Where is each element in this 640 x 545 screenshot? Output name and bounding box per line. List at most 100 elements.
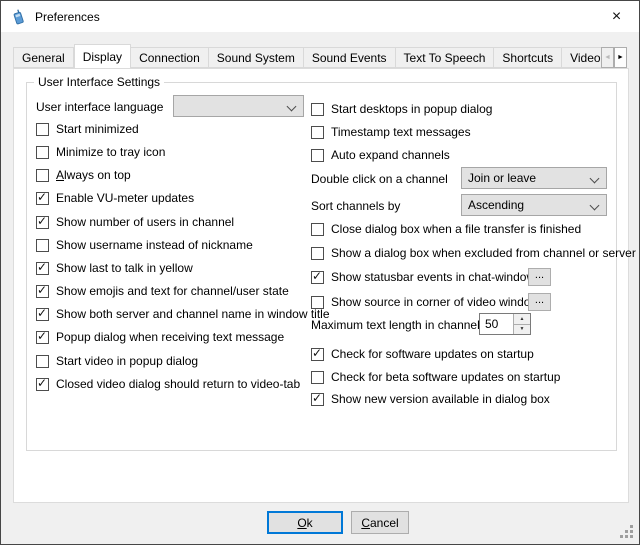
close-icon[interactable]: ×	[594, 1, 639, 32]
titlebar: Preferences ×	[1, 1, 639, 32]
checkbox-video-popup[interactable]: ✓ Start video in popup dialog	[36, 352, 198, 370]
tab-shortcuts[interactable]: Shortcuts	[494, 47, 562, 68]
check-icon: ✓	[37, 307, 47, 320]
checkbox-label: Check for beta software updates on start…	[331, 370, 560, 384]
checkbox-always-on-top[interactable]: ✓ Always on top	[36, 166, 131, 184]
check-icon: ✓	[312, 392, 322, 405]
window-title: Preferences	[35, 10, 100, 24]
checkbox[interactable]: ✓	[36, 378, 49, 391]
double-click-combobox[interactable]: Join or leave	[461, 167, 607, 189]
checkbox-show-emojis[interactable]: ✓ Show emojis and text for channel/user …	[36, 282, 289, 300]
app-icon	[10, 9, 26, 25]
checkbox-timestamp-messages[interactable]: ✓ Timestamp text messages	[311, 123, 471, 141]
tab-sound-events[interactable]: Sound Events	[304, 47, 396, 68]
checkbox-label: Start video in popup dialog	[56, 354, 198, 368]
checkbox[interactable]: ✓	[311, 271, 324, 284]
tab-text-to-speech[interactable]: Text To Speech	[396, 47, 495, 68]
checkbox-start-desktops-popup[interactable]: ✓ Start desktops in popup dialog	[311, 100, 492, 118]
spin-up-icon[interactable]: ▲	[514, 314, 530, 325]
cancel-button[interactable]: Cancel	[351, 511, 409, 534]
checkbox-statusbar-events[interactable]: ✓ Show statusbar events in chat-window	[311, 268, 535, 286]
check-icon: ✓	[37, 377, 47, 390]
checkbox-label: Show new version available in dialog box	[331, 392, 550, 406]
checkbox-label: Show statusbar events in chat-window	[331, 270, 535, 284]
checkbox[interactable]: ✓	[36, 216, 49, 229]
chevron-down-icon	[590, 174, 600, 184]
checkbox-new-version-dialog[interactable]: ✓ Show new version available in dialog b…	[311, 390, 550, 408]
checkbox-popup-text-message[interactable]: ✓ Popup dialog when receiving text messa…	[36, 328, 284, 346]
checkbox-dialog-when-excluded[interactable]: ✓ Show a dialog box when excluded from c…	[311, 244, 636, 262]
checkbox-label: Show a dialog box when excluded from cha…	[331, 246, 636, 260]
spinner-value[interactable]: 50	[480, 314, 513, 334]
checkbox[interactable]: ✓	[311, 247, 324, 260]
checkbox[interactable]: ✓	[36, 239, 49, 252]
checkbox-close-on-file-transfer[interactable]: ✓ Close dialog box when a file transfer …	[311, 220, 581, 238]
checkbox[interactable]: ✓	[36, 146, 49, 159]
statusbar-events-browse-button[interactable]: ...	[528, 268, 551, 286]
preferences-dialog: Preferences × General Display Connection…	[0, 0, 640, 545]
video-source-browse-button[interactable]: ...	[528, 293, 551, 311]
checkbox[interactable]: ✓	[36, 308, 49, 321]
checkbox[interactable]: ✓	[311, 296, 324, 309]
checkbox[interactable]: ✓	[311, 149, 324, 162]
check-icon: ✓	[312, 270, 322, 283]
checkbox-label: Show number of users in channel	[56, 215, 234, 229]
checkbox[interactable]: ✓	[36, 262, 49, 275]
checkbox-closed-video-return[interactable]: ✓ Closed video dialog should return to v…	[36, 375, 300, 393]
checkbox-label: Auto expand channels	[331, 148, 450, 162]
spinner-buttons: ▲ ▼	[513, 314, 530, 334]
checkbox[interactable]: ✓	[36, 123, 49, 136]
tab-scroll-left-icon: ◄	[601, 47, 614, 68]
checkbox-show-user-count[interactable]: ✓ Show number of users in channel	[36, 213, 234, 231]
checkbox-label: Minimize to tray icon	[56, 145, 165, 159]
checkbox-label: Start desktops in popup dialog	[331, 102, 492, 116]
spin-down-icon[interactable]: ▼	[514, 325, 530, 335]
checkbox-label: Check for software updates on startup	[331, 347, 534, 361]
checkbox[interactable]: ✓	[36, 331, 49, 344]
checkbox[interactable]: ✓	[36, 169, 49, 182]
checkbox[interactable]: ✓	[36, 355, 49, 368]
checkbox-source-in-video-corner[interactable]: ✓ Show source in corner of video window	[311, 293, 539, 311]
tab-general[interactable]: General	[13, 47, 74, 68]
checkbox[interactable]: ✓	[311, 393, 324, 406]
tab-scroll-right-icon[interactable]: ►	[614, 47, 627, 68]
checkbox-label: Popup dialog when receiving text message	[56, 330, 284, 344]
checkbox-auto-expand-channels[interactable]: ✓ Auto expand channels	[311, 146, 450, 164]
chevron-down-icon	[287, 102, 297, 112]
checkbox[interactable]: ✓	[36, 285, 49, 298]
tab-connection[interactable]: Connection	[131, 47, 209, 68]
tab-video[interactable]: Video	[562, 47, 601, 68]
checkbox-label: Close dialog box when a file transfer is…	[331, 222, 581, 236]
checkbox[interactable]: ✓	[311, 348, 324, 361]
checkbox[interactable]: ✓	[311, 126, 324, 139]
checkbox-label: Enable VU-meter updates	[56, 191, 194, 205]
checkbox[interactable]: ✓	[311, 103, 324, 116]
checkbox-label: Show last to talk in yellow	[56, 261, 193, 275]
checkbox-show-username[interactable]: ✓ Show username instead of nickname	[36, 236, 253, 254]
double-click-combobox-value: Join or leave	[468, 171, 536, 185]
checkbox-check-updates[interactable]: ✓ Check for software updates on startup	[311, 345, 534, 363]
sort-channels-combobox[interactable]: Ascending	[461, 194, 607, 216]
checkbox-check-beta-updates[interactable]: ✓ Check for beta software updates on sta…	[311, 368, 560, 386]
checkbox-label: Always on top	[56, 168, 131, 182]
checkbox-label: Show emojis and text for channel/user st…	[56, 284, 289, 298]
checkbox-minimize-to-tray[interactable]: ✓ Minimize to tray icon	[36, 143, 165, 161]
checkbox-start-minimized[interactable]: ✓ Start minimized	[36, 120, 139, 138]
tab-sound-system[interactable]: Sound System	[209, 47, 304, 68]
tab-display[interactable]: Display	[74, 44, 131, 68]
checkbox-last-to-talk[interactable]: ✓ Show last to talk in yellow	[36, 259, 193, 277]
language-combobox[interactable]	[173, 95, 304, 117]
check-icon: ✓	[312, 347, 322, 360]
language-label: User interface language	[36, 98, 163, 116]
checkbox[interactable]: ✓	[311, 371, 324, 384]
checkbox[interactable]: ✓	[311, 223, 324, 236]
ok-button[interactable]: Ok	[267, 511, 343, 534]
checkbox-enable-vu-meter[interactable]: ✓ Enable VU-meter updates	[36, 189, 194, 207]
group-title: User Interface Settings	[34, 75, 164, 89]
sort-channels-label: Sort channels by	[311, 197, 400, 215]
resize-grip[interactable]	[620, 525, 634, 539]
checkbox-label: Show source in corner of video window	[331, 295, 539, 309]
checkbox-server-channel-title[interactable]: ✓ Show both server and channel name in w…	[36, 305, 330, 323]
max-text-length-spinner[interactable]: 50 ▲ ▼	[479, 313, 531, 335]
checkbox[interactable]: ✓	[36, 192, 49, 205]
